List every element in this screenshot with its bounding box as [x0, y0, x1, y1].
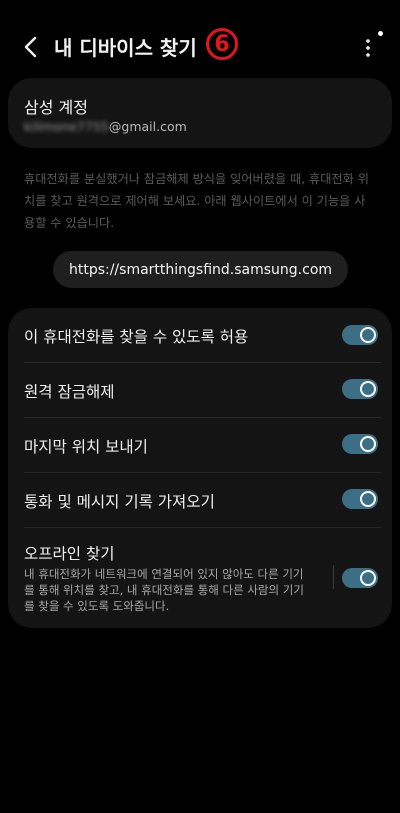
- remote-unlock-toggle[interactable]: [342, 379, 378, 399]
- toggle-knob: [360, 491, 376, 507]
- setting-label: 마지막 위치 보내기: [24, 438, 148, 456]
- setting-row-allow-find[interactable]: 이 휴대전화를 찾을 수 있도록 허용: [8, 308, 392, 362]
- setting-description: 내 휴대전화가 네트워크에 연결되어 있지 않아도 다른 기기를 통해 위치를 …: [24, 567, 304, 613]
- notification-dot: [378, 31, 383, 36]
- toggle-knob: [360, 381, 376, 397]
- allow-find-toggle[interactable]: [342, 325, 378, 345]
- account-email: kilimone7755@gmail.com: [24, 119, 187, 134]
- email-username-blurred: kilimone7755: [24, 119, 109, 134]
- setting-label: 오프라인 찾기: [24, 545, 115, 563]
- setting-row-remote-unlock[interactable]: 원격 잠금해제: [8, 363, 392, 417]
- call-message-history-toggle[interactable]: [342, 489, 378, 509]
- smartthings-find-link[interactable]: https://smartthingsfind.samsung.com: [53, 251, 348, 288]
- back-arrow-icon[interactable]: [18, 33, 46, 61]
- send-last-location-toggle[interactable]: [342, 434, 378, 454]
- setting-label: 원격 잠금해제: [24, 383, 115, 401]
- setting-row-offline-finding[interactable]: 오프라인 찾기 내 휴대전화가 네트워크에 연결되어 있지 않아도 다른 기기를…: [8, 528, 392, 628]
- step-number-badge: 6: [206, 28, 238, 60]
- toggle-knob: [360, 570, 376, 586]
- settings-card: 이 휴대전화를 찾을 수 있도록 허용 원격 잠금해제 마지막 위치 보내기 통…: [8, 308, 392, 628]
- setting-row-send-last-location[interactable]: 마지막 위치 보내기: [8, 418, 392, 472]
- feature-description: 휴대전화를 분실했거나 잠금해제 방식을 잊어버렸을 때, 휴대전화 위치를 찾…: [24, 172, 369, 230]
- setting-row-call-message-history[interactable]: 통화 및 메시지 기록 가져오기: [8, 473, 392, 527]
- page-title: 내 디바이스 찾기: [54, 36, 197, 60]
- email-domain: @gmail.com: [108, 119, 187, 134]
- account-title: 삼성 계정: [24, 98, 88, 117]
- samsung-account-card[interactable]: 삼성 계정 kilimone7755@gmail.com: [8, 78, 392, 148]
- offline-finding-toggle[interactable]: [342, 568, 378, 588]
- vertical-separator: [333, 565, 334, 589]
- setting-label: 통화 및 메시지 기록 가져오기: [24, 493, 215, 511]
- more-options-icon[interactable]: [360, 38, 376, 58]
- setting-label: 이 휴대전화를 찾을 수 있도록 허용: [24, 328, 249, 346]
- toggle-knob: [360, 436, 376, 452]
- app-bar: 내 디바이스 찾기 6: [0, 0, 400, 78]
- toggle-knob: [360, 327, 376, 343]
